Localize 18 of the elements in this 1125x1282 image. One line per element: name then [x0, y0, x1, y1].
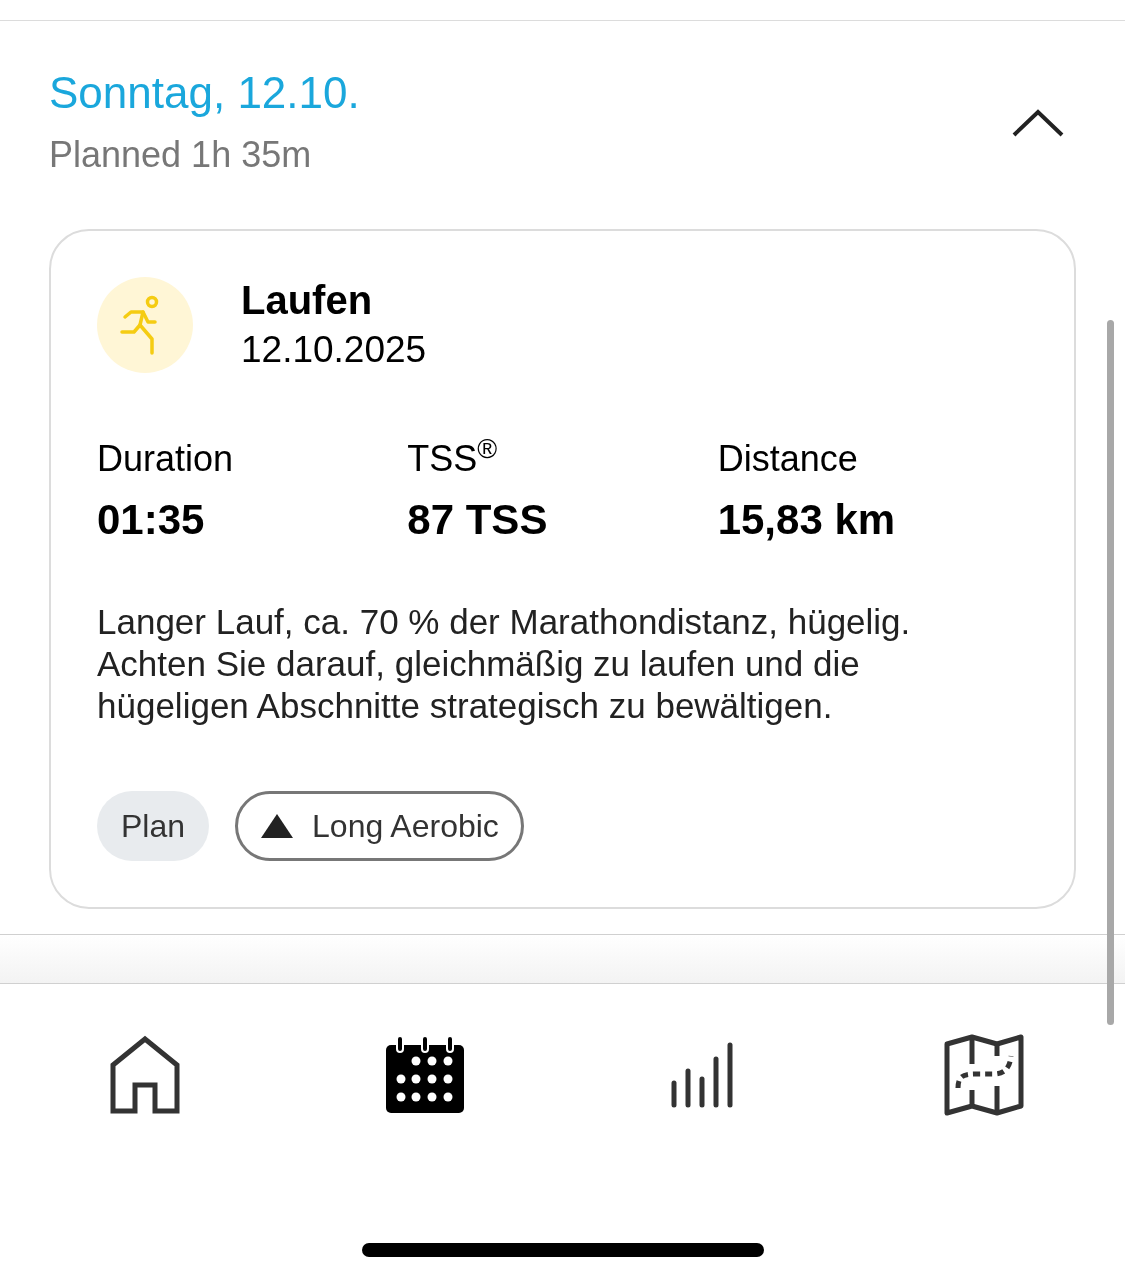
map-icon[interactable]: [943, 1034, 1024, 1116]
stat-value: 15,83 km: [717, 495, 897, 545]
home-icon[interactable]: [109, 1035, 181, 1115]
plan-tag: Plan: [97, 791, 210, 861]
stat-label: Distance: [717, 437, 859, 481]
calendar-icon[interactable]: [383, 1035, 466, 1115]
stat-value: 87 TSS: [407, 495, 549, 545]
planned-duration: Planned 1h 35m: [49, 133, 313, 177]
day-title: Sonntag, 12.10.: [49, 67, 360, 119]
workout-name: Laufen: [241, 277, 374, 324]
stat-label: Duration: [97, 437, 235, 481]
stat-value: 01:35: [97, 495, 206, 545]
workout-date: 12.10.2025: [241, 328, 427, 372]
tag-label: Long Aerobic: [312, 807, 499, 846]
triangle-icon: [260, 813, 295, 839]
stat-label: TSS$^{®}$: [407, 437, 499, 481]
running-person-icon: [97, 277, 193, 373]
workout-description: Langer Lauf, ca. 70 % der Marathondistanz, hügelig. Achten Sie darauf, gleichmäßig zu laufen und die hügeligen Abschnitte strategisch zu bewältigen.: [97, 601, 912, 727]
